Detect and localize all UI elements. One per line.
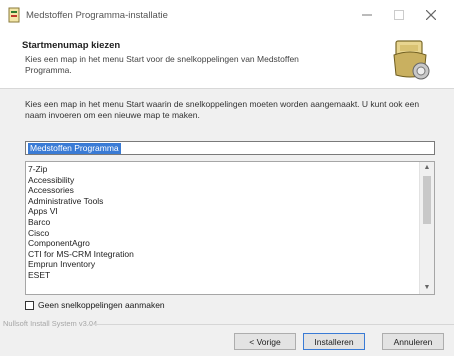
folder-list-item[interactable]: Accessories [28,185,434,196]
page-header: Startmenumap kiezen Kies een map in het … [0,30,454,89]
scroll-down-arrow-icon[interactable]: ▼ [420,282,434,294]
window-title: Medstoffen Programma-installatie [26,10,168,21]
nsis-branding: Nullsoft Install System v3.04 [3,319,98,328]
maximize-icon [394,10,404,20]
scroll-thumb[interactable] [423,176,431,224]
dialog-body: Kies een map in het menu Start waarin de… [0,89,454,314]
title-bar[interactable]: Medstoffen Programma-installatie [0,0,454,30]
page-subtitle: Kies een map in het menu Start voor de s… [25,54,299,75]
installer-app-icon [8,7,20,23]
folder-list-item[interactable]: Apps VI [28,206,434,217]
folder-input-value: Medstoffen Programma [28,143,121,154]
footer-divider [88,324,454,325]
list-scrollbar[interactable]: ▲ ▼ [419,162,434,294]
folder-list-item[interactable]: Barco [28,217,434,228]
minimize-icon [362,14,372,16]
no-shortcuts-row[interactable]: Geen snelkoppelingen aanmaken [25,299,165,311]
no-shortcuts-checkbox[interactable] [25,300,34,310]
close-button[interactable] [416,4,446,26]
page-title: Startmenumap kiezen [22,40,121,51]
folder-list-item[interactable]: Cisco [28,228,434,239]
back-button[interactable]: < Vorige [234,333,296,350]
dialog-footer: Nullsoft Install System v3.04 < Vorige I… [0,314,454,356]
intro-text: Kies een map in het menu Start waarin de… [25,99,420,120]
folder-list-item[interactable]: ComponentAgro [28,238,434,249]
folder-list-item[interactable]: Accessibility [28,175,434,186]
start-menu-folder-icon [393,40,430,80]
cancel-button[interactable]: Annuleren [382,333,444,350]
installer-window: Medstoffen Programma-installatie Startme… [0,0,454,356]
folder-list-item[interactable]: CTI for MS-CRM Integration [28,249,434,260]
folder-list-item[interactable]: 7-Zip [28,164,434,175]
folder-list-item[interactable]: Emprun Inventory [28,259,434,270]
maximize-button[interactable] [384,4,414,26]
scroll-up-arrow-icon[interactable]: ▲ [420,162,434,174]
existing-folders-list[interactable]: 7-Zip Accessibility Accessories Administrat… [25,161,435,295]
minimize-button[interactable] [352,4,382,26]
close-icon [426,10,436,20]
no-shortcuts-label[interactable]: Geen snelkoppelingen aanmaken [38,300,165,310]
folder-list-item[interactable]: Administrative Tools [28,196,434,207]
start-menu-folder-input[interactable]: Medstoffen Programma [25,141,435,155]
folder-list-item[interactable]: ESET [28,270,434,281]
install-button[interactable]: Installeren [303,333,365,350]
